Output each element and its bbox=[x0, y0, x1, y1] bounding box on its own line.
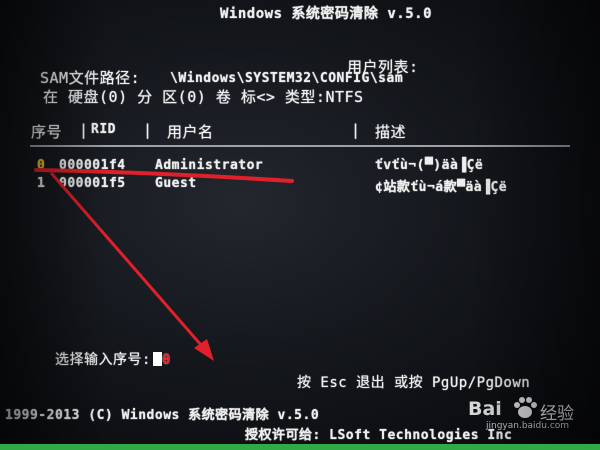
dos-console-screen: Windows 系统密码清除 v.5.0 用户列表: SAM文件路径: \Win… bbox=[0, 0, 600, 450]
row-username: Guest bbox=[155, 176, 197, 191]
navigation-hint: 按 Esc 退出 或按 PgUp/PgDown bbox=[297, 375, 531, 391]
table-row[interactable]: 0 000001f4 Administrator ťvťù¬(▀)äà▐Çë bbox=[37, 158, 483, 173]
row-rid: 000001f5 bbox=[59, 176, 126, 191]
column-header-username: 用户名 bbox=[167, 123, 214, 141]
prompt-label: 选择输入序号: bbox=[55, 352, 151, 368]
index-input-cursor[interactable] bbox=[152, 352, 162, 366]
table-row[interactable]: 1 000001f5 Guest ¢站款ťù¬á款▀äà▐Çë bbox=[37, 176, 507, 195]
row-description: ¢站款ťù¬á款▀äà▐Çë bbox=[375, 180, 508, 195]
column-header-rid: RID bbox=[91, 122, 116, 137]
row-index: 1 bbox=[37, 176, 46, 191]
column-separator: | bbox=[351, 121, 361, 139]
row-username: Administrator bbox=[155, 158, 264, 173]
watermark-brand: Bai bbox=[468, 398, 502, 420]
column-header-description: 描述 bbox=[375, 123, 407, 141]
header-divider bbox=[30, 145, 570, 147]
index-prompt: 选择输入序号: 0 bbox=[55, 349, 171, 369]
baidu-jingyan-watermark: Bai 经验 jingyan.baidu.com bbox=[462, 396, 592, 431]
column-header-index: 序号 bbox=[31, 123, 63, 141]
row-rid: 000001f4 bbox=[59, 158, 126, 173]
sam-path-value: \Windows\SYSTEM32\CONFIG\sam bbox=[170, 71, 404, 86]
arrow-annotation bbox=[50, 172, 210, 355]
index-input-value[interactable]: 0 bbox=[162, 352, 171, 368]
row-index: 0 bbox=[37, 158, 46, 173]
column-separator: | bbox=[79, 121, 89, 139]
column-separator: | bbox=[143, 121, 153, 139]
arrowhead-icon bbox=[194, 339, 214, 361]
watermark-url: jingyan.baidu.com bbox=[486, 421, 570, 431]
bottom-color-bar bbox=[0, 444, 600, 450]
program-title: Windows 系统密码清除 v.5.0 bbox=[220, 6, 433, 22]
sam-path-label: SAM文件路径: bbox=[40, 69, 141, 87]
copyright-line: 1999-2013 (C) Windows 系统密码清除 v.5.0 bbox=[5, 408, 320, 423]
row-description: ťvťù¬(▀)äà▐Çë bbox=[375, 158, 484, 173]
baidu-paw-icon bbox=[514, 397, 537, 418]
disk-location: 在 硬盘(0) 分 区(0) 卷 标<> 类型:NTFS bbox=[43, 88, 364, 106]
